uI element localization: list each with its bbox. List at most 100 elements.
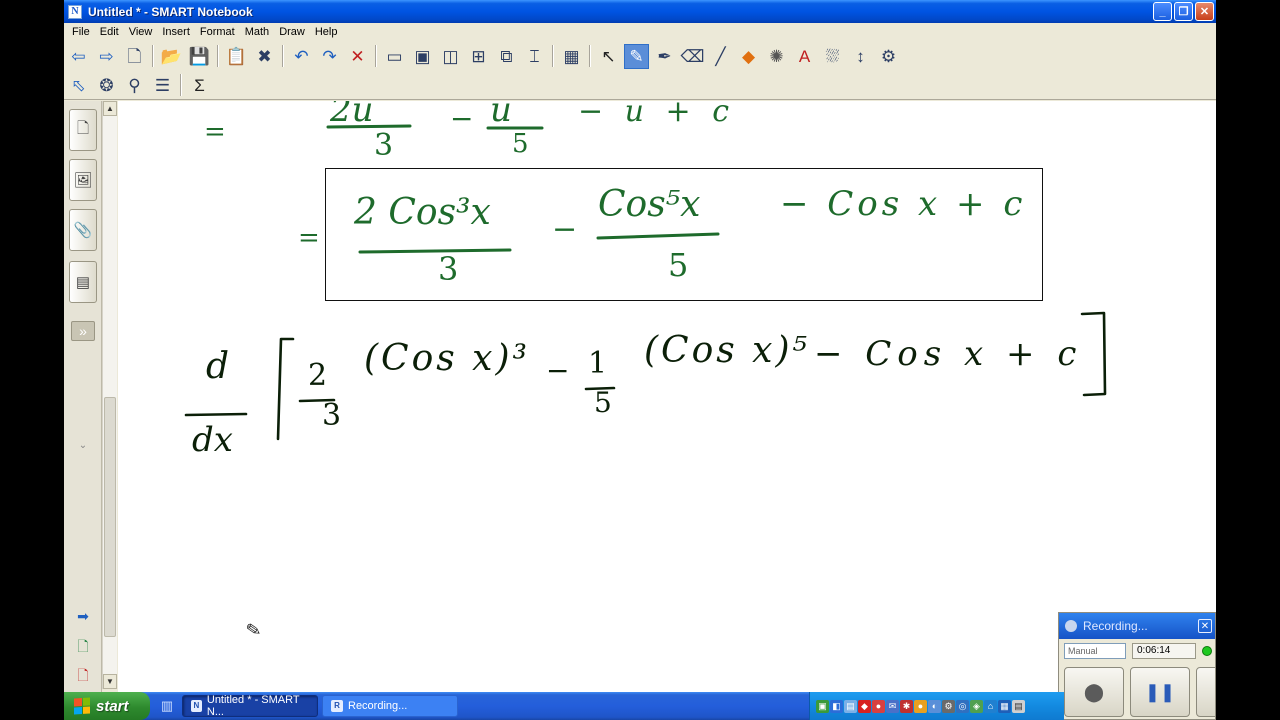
recorder-icon [1065,620,1077,632]
attachments-tab[interactable]: 📎 [69,209,97,251]
stop-button[interactable]: ■ [1196,667,1215,717]
tray-icon-12[interactable]: ◈ [970,699,983,713]
add-page-button[interactable]: 🗋 [122,44,147,69]
taskbar-item-smart-notebook[interactable]: N Untitled * - SMART N... [182,694,318,718]
magic-pen-button[interactable]: ✺ [764,44,789,69]
transparent-bg-icon: ◫ [442,46,459,66]
tray-icon-14[interactable]: ▦ [998,699,1011,713]
shapes-button[interactable]: ◆ [736,44,761,69]
windows-logo-icon [74,697,90,715]
delete-page-side-button[interactable]: 🗋 [71,667,95,687]
app-icon[interactable]: N [68,4,82,19]
pause-icon: ❚❚ [1144,681,1176,702]
tray-icon-13[interactable]: ⌂ [984,699,997,713]
toolbar-separator [375,45,377,67]
gallery-button[interactable]: ❂ [94,73,119,98]
attachments-button[interactable]: ⚲ [122,73,147,98]
menu-math[interactable]: Math [240,24,274,40]
dual-page-icon: ⊞ [471,46,486,66]
smart-notebook-window: N Untitled * - SMART Notebook _ ❐ ✕ File… [64,0,1216,692]
recorder-title-bar[interactable]: Recording... ✕ [1059,613,1215,639]
dual-page-button[interactable]: ⊞ [466,44,491,69]
menu-file[interactable]: File [67,24,95,40]
move-sidebar-button[interactable]: ➡ [71,606,95,626]
table-button[interactable]: ▦ [559,44,584,69]
recorder-task-icon: R [331,700,343,712]
page-sorter-button[interactable]: ☰ [150,73,175,98]
taskbar-item-recording[interactable]: R Recording... [322,695,458,717]
tray-icon-6[interactable]: ✉ [886,699,899,713]
recorder-close-button[interactable]: ✕ [1198,619,1212,633]
transparent-bg-button[interactable]: ◫ [438,44,463,69]
menu-draw[interactable]: Draw [274,24,310,40]
menu-help[interactable]: Help [310,24,343,40]
menu-view[interactable]: View [124,24,158,40]
line-icon: ╱ [715,46,726,66]
start-button[interactable]: start [64,692,150,720]
tray-icon-1[interactable]: ▣ [816,699,829,713]
tray-icon-10[interactable]: ⚙ [942,699,955,713]
collapse-sidebar-button[interactable]: » [71,321,95,341]
back-button[interactable]: ⇦ [66,44,91,69]
line-button[interactable]: ╱ [708,44,733,69]
redo-button[interactable]: ↷ [317,44,342,69]
redo-icon: ↷ [322,46,337,66]
tray-icon-5[interactable]: ● [872,699,885,713]
save-button[interactable]: 💾 [187,44,212,69]
title-bar[interactable]: N Untitled * - SMART Notebook _ ❐ ✕ [64,0,1216,23]
tray-icon-15[interactable]: ▤ [1012,699,1025,713]
menu-format[interactable]: Format [195,24,240,40]
tray-icon-9[interactable]: ◐ [928,699,941,713]
quick-launch-icon[interactable]: ▥ [156,696,178,716]
record-button[interactable]: ⬤ [1064,667,1124,717]
whiteboard-canvas[interactable]: = 2u 3 − u 5 − u + c = 2 Cos³x 3 − Cos⁵x… [118,101,1216,692]
tray-icon-11[interactable]: ◎ [956,699,969,713]
recording-mode-select[interactable]: Manual [1064,643,1126,659]
screen-capture-button[interactable]: ⧉ [494,44,519,69]
scroll-thumb[interactable] [104,397,116,637]
minimize-button[interactable]: _ [1153,2,1172,21]
fill-button[interactable]: ⛆ [820,44,845,69]
scroll-up-button[interactable]: ▲ [103,101,117,116]
full-screen-button[interactable]: ▣ [410,44,435,69]
select-button[interactable]: ↖ [596,44,621,69]
clear-button[interactable]: ✕ [345,44,370,69]
scroll-down-button[interactable]: ▼ [103,674,117,689]
page-sorter-tab[interactable]: 🗋 [69,109,97,151]
menu-edit[interactable]: Edit [95,24,124,40]
menu-insert[interactable]: Insert [157,24,195,40]
back-icon: ⇦ [71,46,86,66]
tray-icon-3[interactable]: ▤ [844,699,857,713]
paste-button[interactable]: 📋 [224,44,249,69]
pause-button[interactable]: ❚❚ [1130,667,1190,717]
tray-icon-2[interactable]: ◧ [830,699,843,713]
text-button[interactable]: A [792,44,817,69]
close-button[interactable]: ✕ [1195,2,1214,21]
undo-button[interactable]: ↶ [289,44,314,69]
tray-icon-4[interactable]: ◆ [858,699,871,713]
restore-button[interactable]: ❐ [1174,2,1193,21]
secondary-toolbar: ⬁ ❂ ⚲ ☰ Σ [66,71,212,99]
pen-button[interactable]: ✎ [624,43,649,69]
table-icon: ▦ [563,46,580,66]
properties-tab[interactable]: ▤ [69,261,97,303]
screen-shade-button[interactable]: ▭ [382,44,407,69]
tray-icon-7[interactable]: ✱ [900,699,913,713]
eraser-button[interactable]: ⌫ [680,44,705,69]
screen-capture-icon: ⧉ [500,46,513,66]
sidebar-resize-handle[interactable]: ⌄ [71,435,95,455]
document-camera-button[interactable]: ⌶ [522,44,547,69]
d-dx-fraction-bar [184,412,248,417]
customize-button[interactable]: ⚙ [876,44,901,69]
forward-button[interactable]: ⇨ [94,44,119,69]
add-page-side-button[interactable]: 🗋 [71,638,95,658]
tray-icon-8[interactable]: ● [914,699,927,713]
open-button[interactable]: 📂 [159,44,184,69]
move-toolbar-button[interactable]: ↕ [848,44,873,69]
gallery-tab[interactable]: 🖼 [69,159,97,201]
math-sigma-button[interactable]: Σ [187,73,212,98]
properties-button[interactable]: ⬁ [66,73,91,98]
creative-pen-button[interactable]: ✒ [652,44,677,69]
delete-button[interactable]: ✖ [252,44,277,69]
vertical-scrollbar[interactable]: ▲ ▼ [102,101,117,689]
